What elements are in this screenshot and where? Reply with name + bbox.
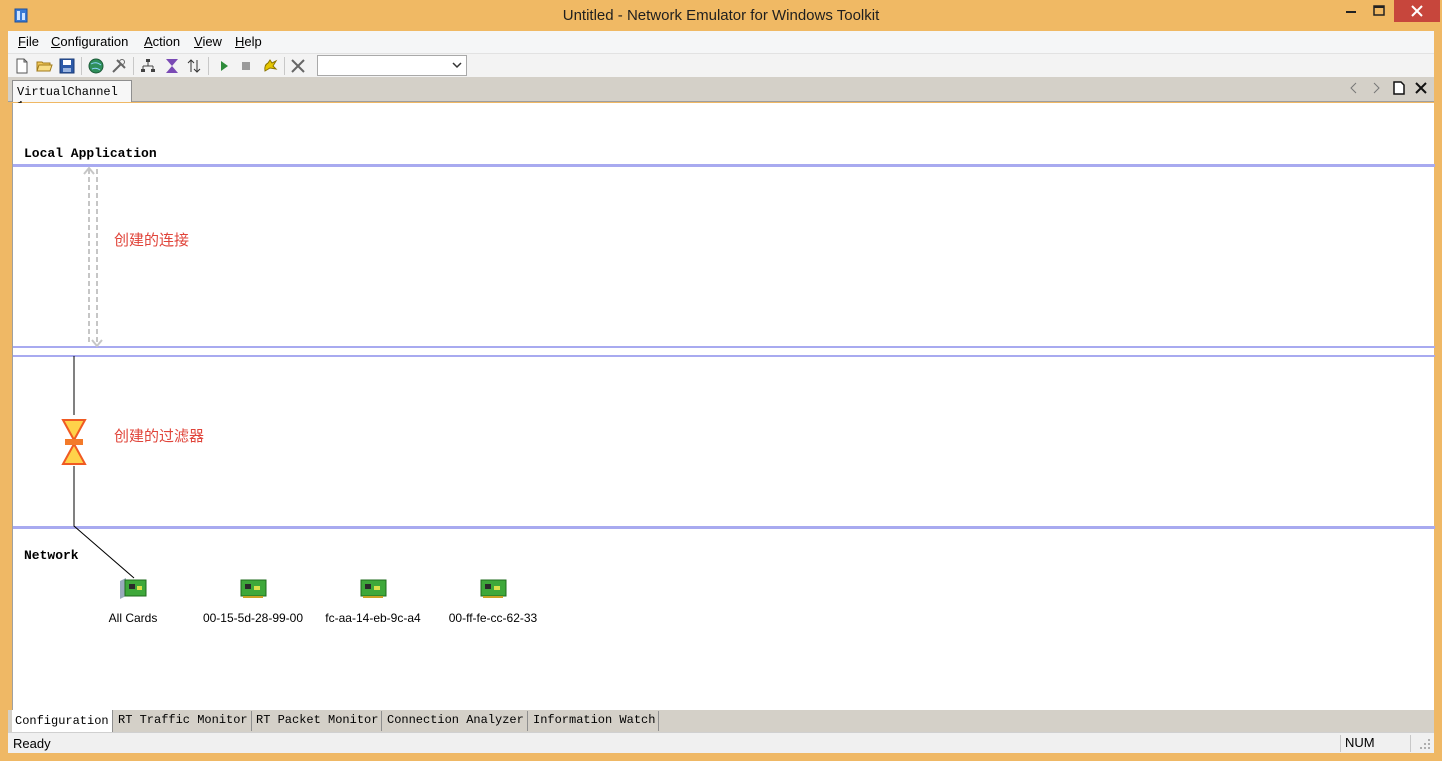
maximize-button[interactable] xyxy=(1366,0,1392,22)
scroll-left-icon[interactable] xyxy=(1349,80,1359,96)
globe-icon[interactable] xyxy=(87,57,105,75)
menu-action[interactable]: Action xyxy=(144,34,180,49)
toolbar-separator xyxy=(284,57,285,75)
save-icon[interactable] xyxy=(58,57,76,75)
close-icon xyxy=(1411,5,1423,17)
toolbar-separator xyxy=(133,57,134,75)
network-icon[interactable] xyxy=(139,57,157,75)
app-window: Untitled - Network Emulator for Windows … xyxy=(0,0,1442,761)
status-text: Ready xyxy=(13,736,51,751)
network-card-icon xyxy=(480,579,507,598)
network-card-label: 00-15-5d-28-99-00 xyxy=(202,611,304,625)
local-application-lane-line xyxy=(13,164,1435,167)
disconnect-icon[interactable] xyxy=(289,57,307,75)
close-button[interactable] xyxy=(1394,0,1440,22)
network-card-icon xyxy=(120,578,147,599)
tab-information-watch[interactable]: Information Watch xyxy=(530,711,660,731)
status-bar: Ready NUM xyxy=(8,732,1434,753)
minimize-icon xyxy=(1346,11,1356,13)
filter-annotation: 创建的过滤器 xyxy=(114,428,205,445)
menu-file-label: ile xyxy=(25,34,39,49)
filter-icon[interactable] xyxy=(61,418,87,466)
new-file-icon[interactable] xyxy=(13,57,31,75)
menu-action-mnemonic: A xyxy=(144,34,153,49)
network-card-icon xyxy=(360,579,387,598)
new-tab-icon[interactable] xyxy=(1392,80,1406,96)
network-card-label: 00-ff-fe-cc-62-33 xyxy=(448,611,538,625)
title-bar: Untitled - Network Emulator for Windows … xyxy=(0,0,1442,31)
tab-virtualchannel-1[interactable]: VirtualChannel 1 xyxy=(12,80,132,113)
connection-arrows[interactable] xyxy=(83,165,109,350)
network-card-label: All Cards xyxy=(108,611,158,625)
resize-grip[interactable] xyxy=(1410,735,1434,752)
network-card-label: fc-aa-14-eb-9c-a4 xyxy=(325,611,421,625)
minimize-button[interactable] xyxy=(1338,0,1364,22)
menu-configuration[interactable]: Configuration xyxy=(51,34,128,49)
menu-action-label: ction xyxy=(152,34,181,49)
menu-help[interactable]: Help xyxy=(235,34,262,49)
menu-file[interactable]: File xyxy=(18,34,39,49)
tab-rt-packet-monitor[interactable]: RT Packet Monitor xyxy=(253,711,383,731)
stop-icon[interactable] xyxy=(237,57,255,75)
resize-grip-icon xyxy=(1420,739,1430,749)
menu-view-label: iew xyxy=(202,34,222,49)
document-tab-bar: VirtualChannel 1 xyxy=(8,77,1434,113)
menu-bar: File Configuration Action View Help xyxy=(8,31,1434,53)
lane-divider-line xyxy=(13,346,1435,348)
bottom-tab-bar: Configuration RT Traffic Monitor RT Pack… xyxy=(8,710,1434,732)
network-lane-line xyxy=(13,526,1435,529)
play-icon[interactable] xyxy=(215,57,233,75)
tab-rt-traffic-monitor[interactable]: RT Traffic Monitor xyxy=(115,711,252,731)
connection-annotation: 创建的连接 xyxy=(114,232,190,249)
network-card-icon xyxy=(240,579,267,598)
hand-icon[interactable] xyxy=(261,57,279,75)
scroll-right-icon[interactable] xyxy=(1371,80,1381,96)
toolbar-separator xyxy=(208,57,209,75)
network-card-fc-aa-14-eb-9c-a4[interactable]: fc-aa-14-eb-9c-a4 xyxy=(313,578,433,625)
menu-help-label: elp xyxy=(244,34,262,49)
filter-connector-line xyxy=(73,356,135,579)
tab-configuration[interactable]: Configuration xyxy=(12,710,113,732)
tab-connection-analyzer[interactable]: Connection Analyzer xyxy=(384,711,528,731)
menu-configuration-mnemonic: C xyxy=(51,34,61,49)
open-folder-icon[interactable] xyxy=(35,57,53,75)
network-card-00-15-5d-28-99-00[interactable]: 00-15-5d-28-99-00 xyxy=(193,578,313,625)
toolbar-separator xyxy=(81,57,82,75)
network-card-all[interactable]: All Cards xyxy=(73,578,193,625)
maximize-icon xyxy=(1373,5,1385,16)
menu-help-mnemonic: H xyxy=(235,34,245,49)
window-title: Untitled - Network Emulator for Windows … xyxy=(562,7,880,24)
close-tab-icon[interactable] xyxy=(1414,80,1428,96)
sort-icon[interactable] xyxy=(185,57,203,75)
toolbar-dropdown[interactable] xyxy=(317,55,467,76)
tools-icon[interactable] xyxy=(110,57,128,75)
menu-view[interactable]: View xyxy=(194,34,222,49)
chevron-down-icon xyxy=(452,62,462,69)
menu-file-mnemonic: F xyxy=(18,34,26,49)
num-lock-indicator: NUM xyxy=(1340,735,1410,752)
network-card-00-ff-fe-cc-62-33[interactable]: 00-ff-fe-cc-62-33 xyxy=(433,578,553,625)
filter-icon[interactable] xyxy=(163,57,181,75)
channel-canvas: Local Application Network 创建的连接 创建的过滤器 A… xyxy=(12,103,1435,710)
lane-divider-line xyxy=(13,355,1435,357)
toolbar xyxy=(8,53,1434,77)
local-application-label: Local Application xyxy=(24,146,157,161)
menu-configuration-label: onfiguration xyxy=(60,34,129,49)
